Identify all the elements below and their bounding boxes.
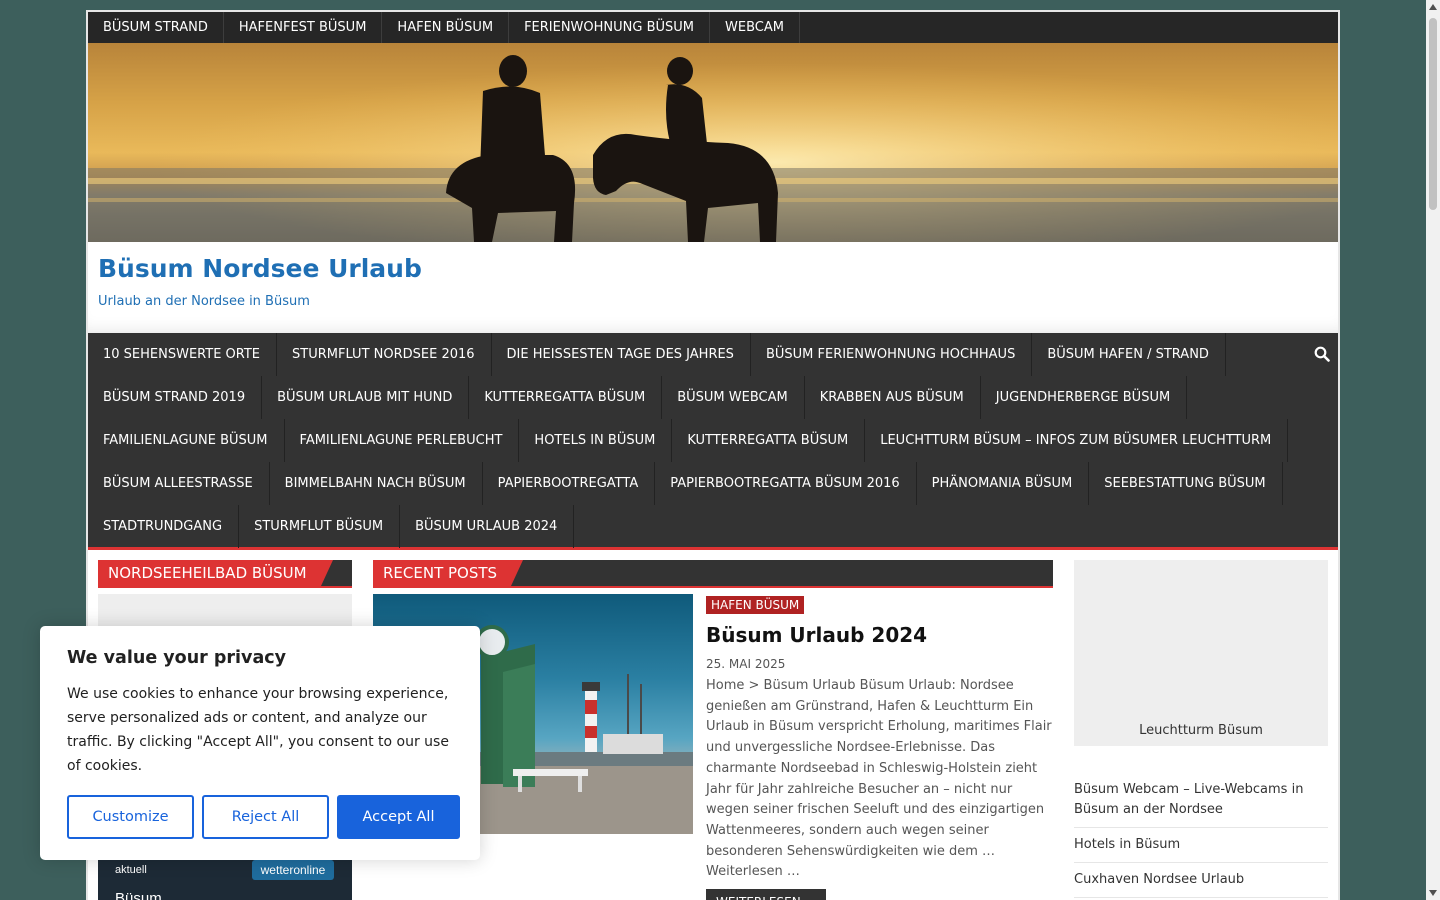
- cookie-consent-banner: We value your privacy We use cookies to …: [40, 626, 480, 860]
- main-content: RECENT POSTS HAFEN BÜSUM Büsum Urlaub 20…: [373, 560, 1053, 900]
- reject-all-button[interactable]: Reject All: [202, 795, 329, 839]
- main-nav-item[interactable]: LEUCHTTURM BÜSUM – INFOS ZUM BÜSUMER LEU…: [865, 419, 1289, 462]
- main-nav-item[interactable]: FAMILIENLAGUNE BÜSUM: [88, 419, 285, 462]
- wetteronline-logo[interactable]: wetteronline: [252, 860, 334, 880]
- main-nav-row: STADTRUNDGANG STURMFLUT BÜSUM BÜSUM URLA…: [88, 505, 1338, 548]
- main-nav-item[interactable]: JUGENDHERBERGE BÜSUM: [981, 376, 1188, 419]
- top-nav-item[interactable]: HAFENFEST BÜSUM: [224, 12, 383, 43]
- post-body: HAFEN BÜSUM Büsum Urlaub 2024 25. MAI 20…: [706, 594, 1053, 900]
- post-date[interactable]: 25. MAI 2025: [706, 657, 1053, 671]
- post-excerpt: Home > Büsum Urlaub Büsum Urlaub: Nordse…: [706, 678, 1052, 880]
- cookie-title: We value your privacy: [67, 648, 287, 668]
- page-scrollbar[interactable]: [1426, 0, 1440, 900]
- sidebar-link[interactable]: Hotels in Büsum: [1074, 835, 1328, 863]
- main-nav-row: BÜSUM STRAND 2019 BÜSUM URLAUB MIT HUND …: [88, 376, 1338, 419]
- section-title-label: RECENT POSTS: [373, 560, 524, 586]
- sidebar-link[interactable]: Büsum Webcam – Live-Webcams in Büsum an …: [1074, 780, 1328, 828]
- main-nav-row: 10 SEHENSWERTE ORTE STURMFLUT NORDSEE 20…: [88, 333, 1338, 376]
- top-nav-item[interactable]: WEBCAM: [710, 12, 800, 43]
- cookie-buttons: Customize Reject All Accept All: [67, 795, 460, 839]
- link-list: Büsum Webcam – Live-Webcams in Büsum an …: [1074, 780, 1328, 898]
- weather-label: aktuell: [115, 864, 147, 876]
- main-nav-item[interactable]: KUTTERREGATTA BÜSUM: [469, 376, 663, 419]
- widget-title-label: NORDSEEHEILBAD BÜSUM: [98, 560, 333, 586]
- main-nav-item[interactable]: KUTTERREGATTA BÜSUM: [672, 419, 866, 462]
- weather-widget[interactable]: aktuell wetteronline Büsum: [98, 856, 352, 900]
- main-nav-item[interactable]: BÜSUM ALLEESTRASSE: [88, 462, 270, 505]
- site-branding: Büsum Nordsee Urlaub Urlaub an der Nords…: [88, 242, 1338, 333]
- header-image[interactable]: [88, 43, 1338, 242]
- main-nav-row: FAMILIENLAGUNE BÜSUM FAMILIENLAGUNE PERL…: [88, 419, 1338, 462]
- main-nav-item[interactable]: PAPIERBOOTREGATTA: [483, 462, 656, 505]
- main-nav-item[interactable]: FAMILIENLAGUNE PERLEBUCHT: [285, 419, 520, 462]
- main-nav-item[interactable]: BÜSUM FERIENWOHNUNG HOCHHAUS: [751, 333, 1033, 376]
- main-nav-item[interactable]: STURMFLUT BÜSUM: [239, 505, 401, 548]
- post-title[interactable]: Büsum Urlaub 2024: [706, 623, 1053, 647]
- main-nav-item[interactable]: STURMFLUT NORDSEE 2016: [277, 333, 492, 376]
- accept-all-button[interactable]: Accept All: [337, 795, 460, 839]
- main-nav-item[interactable]: KRABBEN AUS BÜSUM: [805, 376, 981, 419]
- main-nav-item[interactable]: BÜSUM HAFEN / STRAND: [1032, 333, 1226, 376]
- category-badge[interactable]: HAFEN BÜSUM: [706, 596, 805, 614]
- main-nav-item[interactable]: DIE HEISSESTEN TAGE DES JAHRES: [492, 333, 751, 376]
- main-nav-item[interactable]: HOTELS IN BÜSUM: [519, 419, 673, 462]
- search-icon[interactable]: [1314, 346, 1330, 362]
- cookie-text: We use cookies to enhance your browsing …: [67, 686, 449, 774]
- right-sidebar: Leuchtturm Büsum Büsum Webcam – Live-Web…: [1074, 560, 1328, 900]
- main-nav-item[interactable]: BÜSUM URLAUB MIT HUND: [262, 376, 470, 419]
- top-nav-item[interactable]: BÜSUM STRAND: [88, 12, 224, 43]
- top-nav-item[interactable]: HAFEN BÜSUM: [382, 12, 510, 43]
- main-nav-item[interactable]: BÜSUM WEBCAM: [662, 376, 805, 419]
- main-nav-item[interactable]: BÜSUM URLAUB 2024: [400, 505, 575, 548]
- top-nav-item[interactable]: FERIENWOHNUNG BÜSUM: [509, 12, 711, 43]
- main-nav-row: BÜSUM ALLEESTRASSE BIMMELBAHN NACH BÜSUM…: [88, 462, 1338, 505]
- weather-city: Büsum: [115, 890, 162, 900]
- image-caption: Leuchtturm Büsum: [1139, 723, 1263, 738]
- section-title: RECENT POSTS: [373, 560, 1053, 588]
- site-title[interactable]: Büsum Nordsee Urlaub: [98, 254, 422, 283]
- sidebar-link[interactable]: Cuxhaven Nordsee Urlaub: [1074, 870, 1328, 898]
- main-nav-item[interactable]: PHÄNOMANIA BÜSUM: [917, 462, 1090, 505]
- read-more-button[interactable]: WEITERLESEN ...: [706, 889, 826, 900]
- main-nav-item[interactable]: PAPIERBOOTREGATTA BÜSUM 2016: [655, 462, 917, 505]
- main-nav-item[interactable]: STADTRUNDGANG: [88, 505, 240, 548]
- scroll-down-arrow-icon[interactable]: [1429, 890, 1437, 896]
- main-nav-item[interactable]: BIMMELBAHN NACH BÜSUM: [270, 462, 483, 505]
- top-navigation: BÜSUM STRAND HAFENFEST BÜSUM HAFEN BÜSUM…: [88, 12, 1338, 43]
- lighthouse-image-widget[interactable]: Leuchtturm Büsum: [1074, 560, 1328, 746]
- customize-button[interactable]: Customize: [67, 795, 194, 839]
- scrollbar-thumb[interactable]: [1429, 18, 1437, 210]
- main-nav-item[interactable]: SEEBESTATTUNG BÜSUM: [1089, 462, 1283, 505]
- scroll-up-arrow-icon[interactable]: [1429, 4, 1437, 10]
- widget-title: NORDSEEHEILBAD BÜSUM: [98, 560, 352, 588]
- riders-silhouette-image: [88, 43, 1338, 242]
- site-description: Urlaub an der Nordsee in Büsum: [98, 294, 310, 309]
- main-nav-item[interactable]: BÜSUM STRAND 2019: [88, 376, 263, 419]
- main-navigation: 10 SEHENSWERTE ORTE STURMFLUT NORDSEE 20…: [88, 333, 1338, 550]
- main-nav-item[interactable]: 10 SEHENSWERTE ORTE: [88, 333, 278, 376]
